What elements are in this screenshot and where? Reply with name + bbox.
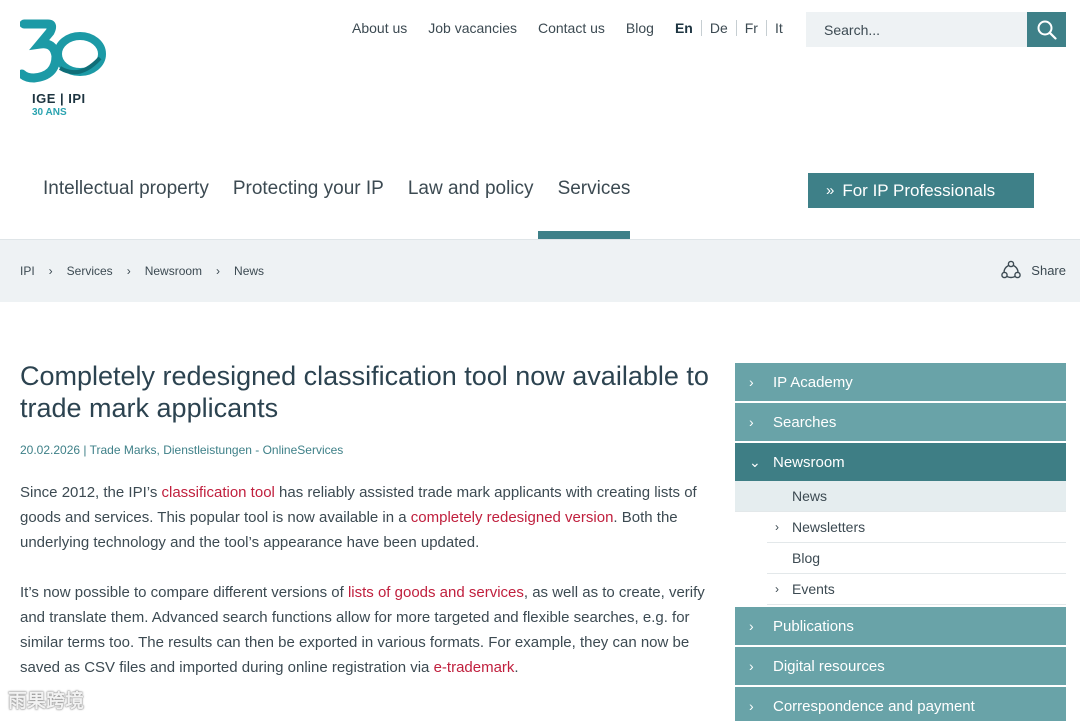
main-nav: Intellectual property Protecting your IP… — [43, 178, 654, 200]
sidebar-nav: › IP Academy › Searches ⌄ Newsroom News … — [735, 363, 1066, 721]
sidebar-subitem-newsletters[interactable]: › Newsletters — [767, 512, 1066, 543]
breadcrumb-newsroom[interactable]: Newsroom — [145, 264, 202, 278]
sidebar-item-label: Correspondence and payment — [773, 697, 975, 715]
newsroom-submenu: News › Newsletters Blog › Events — [735, 481, 1066, 605]
share-button[interactable]: Share — [1001, 260, 1066, 280]
watermark: 雨果跨境 — [8, 691, 85, 712]
ip-professionals-label: For IP Professionals — [842, 180, 996, 200]
share-icon — [1001, 260, 1022, 279]
breadcrumb: IPI › Services › Newsroom › News — [20, 264, 264, 278]
sidebar-item-correspondence[interactable]: › Correspondence and payment — [735, 687, 1066, 721]
e-trademark-link[interactable]: e-trademark — [434, 659, 515, 676]
share-label: Share — [1031, 262, 1066, 278]
top-nav: About us Job vacancies Contact us Blog E… — [352, 20, 791, 36]
topnav-about[interactable]: About us — [352, 20, 407, 36]
nav-active-indicator — [538, 231, 630, 239]
logo-subtext: 30 ANS — [32, 107, 67, 118]
text-segment: . — [514, 659, 519, 676]
language-switcher: En De Fr It — [675, 20, 791, 36]
topnav-contact[interactable]: Contact us — [538, 20, 605, 36]
text-segment: It’s now possible to compare different v… — [20, 584, 348, 601]
breadcrumb-ipi[interactable]: IPI — [20, 264, 35, 278]
double-chevron-icon: » — [826, 182, 834, 199]
chevron-right-icon: › — [749, 374, 754, 390]
chevron-down-icon: ⌄ — [749, 453, 761, 470]
sidebar-item-digital-resources[interactable]: › Digital resources — [735, 647, 1066, 685]
sidebar-item-searches[interactable]: › Searches — [735, 403, 1066, 441]
sidebar-item-label: Digital resources — [773, 657, 885, 675]
nav-law-policy[interactable]: Law and policy — [408, 178, 534, 200]
lang-it[interactable]: It — [765, 20, 791, 36]
redesigned-version-link[interactable]: completely redesigned version — [411, 509, 614, 526]
topnav-jobs[interactable]: Job vacancies — [428, 20, 517, 36]
lang-en[interactable]: En — [675, 20, 701, 36]
sidebar-item-label: IP Academy — [773, 373, 853, 391]
breadcrumb-services[interactable]: Services — [67, 264, 113, 278]
article-paragraph-2: It’s now possible to compare different v… — [20, 580, 710, 680]
chevron-right-icon: › — [216, 264, 221, 278]
logo-30-icon — [17, 19, 106, 83]
chevron-right-icon: › — [775, 520, 779, 534]
breadcrumb-bar: IPI › Services › Newsroom › News Share — [0, 239, 1080, 302]
chevron-right-icon: › — [749, 658, 754, 674]
nav-intellectual-property[interactable]: Intellectual property — [43, 178, 209, 200]
sidebar-subitem-events[interactable]: › Events — [767, 574, 1066, 605]
chevron-right-icon: › — [48, 264, 53, 278]
sidebar-item-label: Newsroom — [773, 453, 845, 471]
logo-text: IGE | IPI — [32, 91, 86, 106]
search-input[interactable] — [806, 12, 1027, 47]
article-paragraph-1: Since 2012, the IPI’s classification too… — [20, 480, 710, 555]
lang-de[interactable]: De — [700, 20, 736, 36]
sidebar-item-label: Publications — [773, 617, 854, 635]
article-meta: 20.02.2026 | Trade Marks, Dienstleistung… — [20, 443, 344, 457]
search-button[interactable] — [1027, 12, 1066, 47]
chevron-right-icon: › — [749, 414, 754, 430]
chevron-right-icon: › — [775, 582, 779, 596]
sidebar-item-label: Searches — [773, 413, 837, 431]
ip-professionals-button[interactable]: » For IP Professionals — [808, 173, 1034, 208]
nav-services[interactable]: Services — [558, 178, 631, 200]
chevron-right-icon: › — [126, 264, 131, 278]
lang-fr[interactable]: Fr — [735, 20, 766, 36]
sidebar-subitem-label: Blog — [792, 550, 821, 566]
sidebar-item-ip-academy[interactable]: › IP Academy — [735, 363, 1066, 401]
sidebar-subitem-blog[interactable]: Blog — [767, 543, 1066, 574]
sidebar-item-publications[interactable]: › Publications — [735, 607, 1066, 645]
search-box — [806, 12, 1066, 47]
article-title: Completely redesigned classification too… — [20, 361, 709, 423]
sidebar-subitem-label: News — [792, 488, 828, 504]
nav-protecting-ip[interactable]: Protecting your IP — [233, 178, 384, 200]
classification-tool-link[interactable]: classification tool — [161, 484, 274, 501]
sidebar-subitem-label: Events — [792, 581, 835, 597]
sidebar-item-newsroom[interactable]: ⌄ Newsroom — [735, 443, 1066, 481]
text-segment: Since 2012, the IPI’s — [20, 484, 162, 501]
topnav-blog[interactable]: Blog — [626, 20, 654, 36]
chevron-right-icon: › — [749, 698, 754, 714]
breadcrumb-news[interactable]: News — [234, 264, 264, 278]
logo[interactable]: IGE | IPI 30 ANS — [17, 18, 108, 122]
search-icon — [1037, 20, 1057, 40]
chevron-right-icon: › — [749, 618, 754, 634]
sidebar-subitem-label: Newsletters — [792, 519, 866, 535]
sidebar-subitem-news[interactable]: News — [735, 481, 1066, 512]
goods-services-link[interactable]: lists of goods and services — [348, 584, 524, 601]
